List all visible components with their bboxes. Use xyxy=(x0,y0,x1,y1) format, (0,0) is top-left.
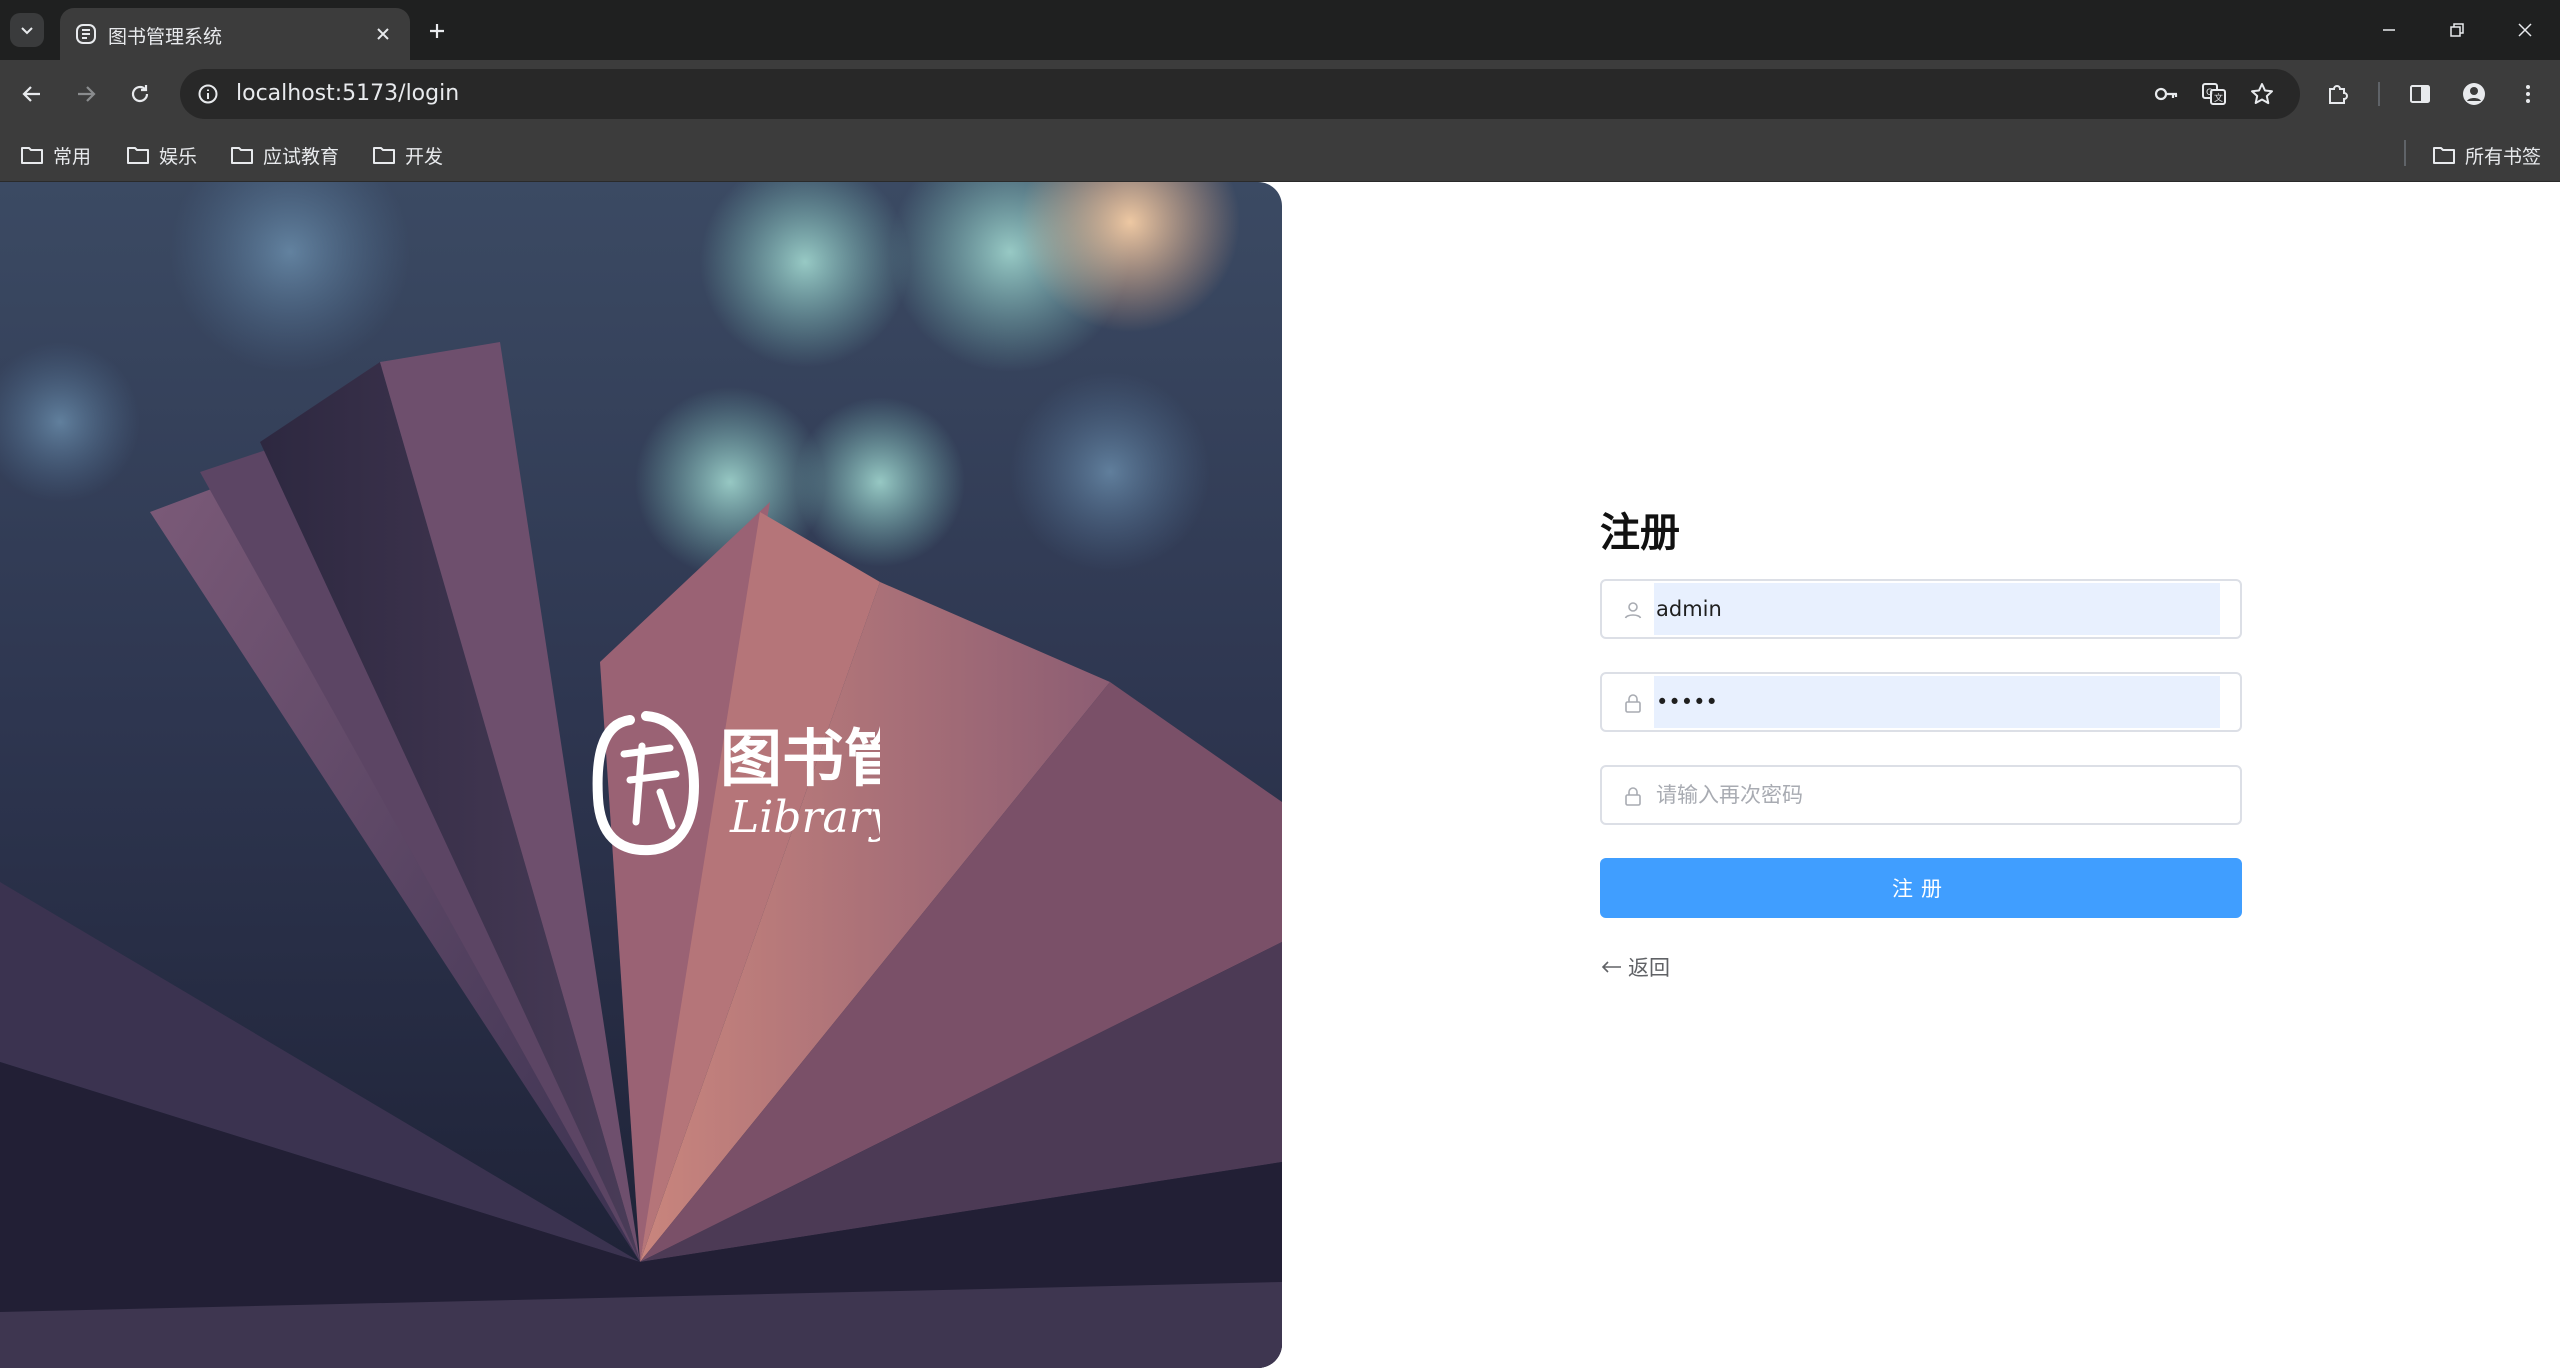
register-page: 图书管 Library 注册 注册 返回 xyxy=(0,182,2560,1368)
translate-button[interactable]: G文 xyxy=(2198,78,2230,110)
all-bookmarks-button[interactable]: 所有书签 xyxy=(2432,140,2541,170)
side-panel-button[interactable] xyxy=(2400,74,2440,114)
back-link-label: 返回 xyxy=(1628,956,1670,980)
folder-icon xyxy=(127,147,149,164)
browser-menu-button[interactable] xyxy=(2508,74,2548,114)
user-icon xyxy=(1624,602,1642,619)
address-bar[interactable]: localhost:5173/login G文 xyxy=(180,69,2300,119)
bookmark-folder-changyong[interactable]: 常用 xyxy=(20,140,91,170)
minimize-icon xyxy=(2383,29,2395,31)
back-nav-button[interactable] xyxy=(12,74,52,114)
translate-icon: G文 xyxy=(2202,83,2226,105)
hero-book-image: 图书管 Library xyxy=(0,182,1282,1368)
password-input[interactable] xyxy=(1656,674,2196,730)
svg-text:文: 文 xyxy=(2214,92,2223,104)
username-input[interactable] xyxy=(1656,581,2196,637)
browser-tab-strip: 图书管理系统 xyxy=(0,0,2560,60)
more-vertical-icon xyxy=(2526,85,2530,103)
bookmarks-divider xyxy=(2404,140,2406,166)
chevron-down-icon xyxy=(21,27,33,35)
library-favicon-icon xyxy=(76,24,96,44)
toolbar-divider xyxy=(2378,82,2380,106)
avatar-icon xyxy=(2463,83,2485,105)
form-title: 注册 xyxy=(1600,510,1680,556)
password-manager-button[interactable] xyxy=(2150,78,2182,110)
confirm-password-field[interactable] xyxy=(1600,765,2242,825)
extensions-button[interactable] xyxy=(2318,74,2358,114)
new-tab-button[interactable] xyxy=(420,14,454,48)
svg-text:G: G xyxy=(2206,88,2213,98)
tab-search-button[interactable] xyxy=(10,13,44,47)
lock-icon xyxy=(1625,694,1641,713)
bookmark-label: 常用 xyxy=(53,145,92,168)
forward-nav-button[interactable] xyxy=(66,74,106,114)
restore-button[interactable] xyxy=(2428,8,2486,52)
plus-icon xyxy=(430,24,444,38)
password-field[interactable] xyxy=(1600,672,2242,732)
bookmark-label: 应试教育 xyxy=(263,145,340,168)
info-icon xyxy=(198,84,218,104)
bookmark-folder-yule[interactable]: 娱乐 xyxy=(126,140,197,170)
side-panel-icon xyxy=(2410,85,2430,103)
register-form: 注册 注册 返回 xyxy=(1600,500,2242,980)
all-bookmarks-label: 所有书签 xyxy=(2465,145,2542,168)
svg-text:Library: Library xyxy=(729,792,880,843)
key-icon xyxy=(2154,87,2178,101)
bookmark-label: 开发 xyxy=(405,145,444,168)
puzzle-icon xyxy=(2329,85,2348,104)
active-tab[interactable]: 图书管理系统 xyxy=(60,8,410,60)
register-button[interactable]: 注册 xyxy=(1600,858,2242,918)
back-link[interactable]: 返回 xyxy=(1600,952,1670,982)
confirm-password-input[interactable] xyxy=(1656,767,2196,823)
folder-icon xyxy=(373,147,395,164)
url-text: localhost:5173/login xyxy=(236,81,460,106)
library-logo-icon: 图书管 Library xyxy=(592,711,906,856)
bookmark-star-button[interactable] xyxy=(2246,78,2278,110)
folder-icon xyxy=(2433,147,2455,164)
browser-toolbar: localhost:5173/login G文 xyxy=(0,60,2560,128)
close-window-button[interactable] xyxy=(2496,8,2554,52)
profile-button[interactable] xyxy=(2454,74,2494,114)
close-icon xyxy=(2518,23,2532,37)
lock-icon xyxy=(1625,787,1641,806)
minimize-button[interactable] xyxy=(2360,8,2418,52)
reload-button[interactable] xyxy=(120,74,160,114)
folder-icon xyxy=(21,147,43,164)
bookmark-label: 娱乐 xyxy=(159,145,198,168)
site-info-button[interactable] xyxy=(192,78,224,110)
svg-text:图书管: 图书管 xyxy=(720,722,880,795)
arrow-left-icon xyxy=(1601,961,1621,973)
bookmark-folder-kaifa[interactable]: 开发 xyxy=(372,140,443,170)
bookmark-folder-yingshi[interactable]: 应试教育 xyxy=(230,140,339,170)
close-icon xyxy=(377,28,389,40)
username-field[interactable] xyxy=(1600,579,2242,639)
arrow-left-icon xyxy=(22,86,40,102)
bookmarks-bar: 常用 娱乐 应试教育 开发 所有书签 xyxy=(0,128,2560,182)
tab-title: 图书管理系统 xyxy=(108,26,223,48)
folder-icon xyxy=(231,147,253,164)
restore-icon xyxy=(2450,23,2464,37)
reload-icon xyxy=(131,85,149,103)
library-logo: 图书管 Library xyxy=(590,702,906,866)
star-icon xyxy=(2251,83,2273,105)
arrow-right-icon xyxy=(78,86,96,102)
tab-close-button[interactable] xyxy=(370,21,396,47)
